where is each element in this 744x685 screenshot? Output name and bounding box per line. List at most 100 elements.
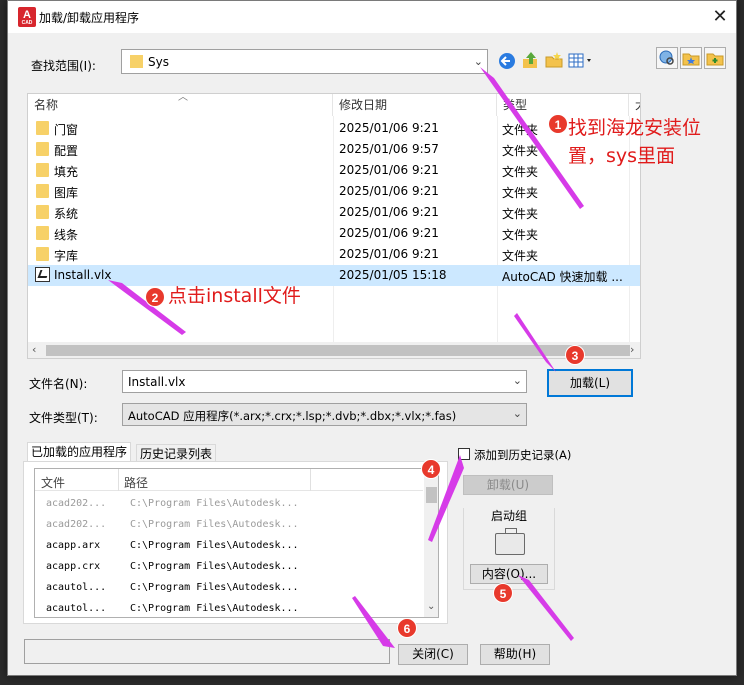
folder-icon <box>36 121 49 135</box>
folder-icon <box>36 142 49 156</box>
file-name: 门窗 <box>54 123 79 137</box>
file-date: 2025/01/06 9:21 <box>339 247 439 261</box>
add-favorite-button[interactable] <box>704 47 726 69</box>
file-row[interactable]: 字库 2025/01/06 9:21 文件夹 <box>28 244 640 265</box>
unload-button[interactable]: 卸载(U) <box>463 475 553 495</box>
views-menu-icon[interactable] <box>567 51 595 71</box>
loaded-row[interactable]: acautol... C:\Program Files\Autodesk... <box>35 598 423 617</box>
folder-icon <box>36 205 49 219</box>
filename-input[interactable]: Install.vlx ⌄ <box>122 370 527 393</box>
loaded-row[interactable]: acad202... C:\Program Files\Autodesk... <box>35 514 423 535</box>
help-button[interactable]: 帮助(H) <box>480 644 550 665</box>
loaded-file: acautol... <box>46 582 107 593</box>
load-button[interactable]: 加载(L) <box>547 369 633 397</box>
close-button[interactable]: 关闭(C) <box>398 644 468 665</box>
loaded-file: acautol... <box>46 603 107 614</box>
favorites-button[interactable] <box>680 47 702 69</box>
file-row[interactable]: 线条 2025/01/06 9:21 文件夹 <box>28 223 640 244</box>
file-date: 2025/01/06 9:21 <box>339 205 439 219</box>
filetype-label: 文件类型(T): <box>29 411 98 425</box>
lookin-combo[interactable]: Sys ⌄ <box>121 49 488 74</box>
annotation-text-2: 点击install文件 <box>168 285 301 307</box>
file-type: 文件夹 <box>502 123 539 137</box>
file-row[interactable]: 系统 2025/01/06 9:21 文件夹 <box>28 202 640 223</box>
add-history-label[interactable]: 添加到历史记录(A) <box>474 447 571 463</box>
horizontal-scrollbar[interactable]: ‹ › <box>28 342 640 358</box>
folder-icon <box>36 184 49 198</box>
search-web-button[interactable] <box>656 47 678 69</box>
column-header-type[interactable]: 类型 <box>497 94 629 116</box>
column-header-path[interactable]: 路径 <box>124 474 148 491</box>
scroll-down-icon[interactable]: ⌄ <box>427 601 435 612</box>
column-header-file[interactable]: 文件 <box>41 474 65 491</box>
chevron-down-icon: ⌄ <box>512 407 522 420</box>
loaded-file: acapp.arx <box>46 540 101 551</box>
add-history-checkbox[interactable] <box>458 448 470 460</box>
loaded-path: C:\Program Files\Autodesk... <box>130 561 299 572</box>
file-date: 2025/01/06 9:21 <box>339 226 439 240</box>
scroll-right-icon[interactable]: › <box>630 343 634 356</box>
loaded-row[interactable]: acautol... C:\Program Files\Autodesk... <box>35 577 423 598</box>
favorites-folder-icon <box>682 53 700 66</box>
lookin-label: 查找范围(I): <box>31 59 96 73</box>
loaded-path: C:\Program Files\Autodesk... <box>130 498 299 509</box>
startup-title-text: 启动组 <box>490 509 527 523</box>
folder-icon <box>36 247 49 261</box>
contents-button[interactable]: 内容(O)... <box>470 564 548 584</box>
new-folder-icon[interactable] <box>544 50 564 70</box>
file-date: 2025/01/06 9:21 <box>339 163 439 177</box>
column-header-date[interactable]: 修改日期 <box>333 94 497 116</box>
step-badge: 3 <box>565 345 585 365</box>
step-badge: 2 <box>145 287 165 307</box>
loaded-row[interactable]: acapp.crx C:\Program Files\Autodesk... <box>35 556 423 577</box>
file-type: 文件夹 <box>502 165 539 179</box>
chevron-down-icon: ⌄ <box>473 55 483 68</box>
file-name: 填充 <box>54 165 79 179</box>
window-title: 加载/卸载应用程序 <box>39 11 140 25</box>
autocad-logo-icon: A CAD <box>18 7 36 27</box>
scroll-left-icon[interactable]: ‹ <box>32 343 36 356</box>
step-badge: 5 <box>493 583 513 603</box>
file-name: 字库 <box>54 249 79 263</box>
file-row[interactable]: 图库 2025/01/06 9:21 文件夹 <box>28 181 640 202</box>
loaded-file: acapp.crx <box>46 561 101 572</box>
loaded-apps-list[interactable]: 文件 路径 acad202... C:\Program Files\Autodes… <box>34 468 439 618</box>
column-divider <box>118 469 119 491</box>
filetype-select[interactable]: AutoCAD 应用程序(*.arx;*.crx;*.lsp;*.dvb;*.d… <box>122 403 527 426</box>
step-badge: 6 <box>397 618 417 638</box>
startup-group-title: 启动组 <box>464 507 554 524</box>
file-row[interactable]: 配置 2025/01/06 9:57 文件夹 <box>28 139 640 160</box>
step-badge: 1 <box>548 114 568 134</box>
up-folder-icon[interactable] <box>521 50 541 70</box>
file-type: 文件夹 <box>502 228 539 242</box>
column-header-size[interactable]: 大 <box>629 94 640 116</box>
folder-icon <box>36 163 49 177</box>
scrollbar-thumb[interactable] <box>46 345 630 356</box>
close-window-button[interactable]: ✕ <box>706 3 734 31</box>
file-type: AutoCAD 快速加载 ... <box>502 270 623 284</box>
sort-up-icon: ︿ <box>178 93 188 103</box>
loaded-apps-panel: 文件 路径 acad202... C:\Program Files\Autodes… <box>23 461 448 624</box>
annotation-text-1: 找到海龙安装位置，sys里面 <box>568 117 702 167</box>
step-badge: 4 <box>421 459 441 479</box>
loaded-list-header: 文件 路径 <box>35 469 423 491</box>
back-icon[interactable] <box>498 51 518 71</box>
file-row-selected[interactable]: Install.vlx 2025/01/05 15:18 AutoCAD 快速加载 … <box>28 265 640 286</box>
scrollbar-thumb[interactable] <box>426 487 437 503</box>
file-type: 文件夹 <box>502 186 539 200</box>
vertical-scrollbar[interactable]: ⌄ <box>424 469 438 617</box>
file-type: 文件夹 <box>502 144 539 158</box>
column-divider <box>310 469 311 491</box>
file-list[interactable]: 名称 ︿ 修改日期 类型 大 门窗2025/01/06 9:21文件夹 配置20… <box>27 93 641 359</box>
loaded-path: C:\Program Files\Autodesk... <box>130 540 299 551</box>
startup-suite-group: 启动组 内容(O)... <box>463 507 555 590</box>
file-date: 2025/01/06 9:57 <box>339 142 439 156</box>
chevron-down-icon[interactable]: ⌄ <box>513 374 522 387</box>
loaded-path: C:\Program Files\Autodesk... <box>130 582 299 593</box>
file-row[interactable]: 填充 2025/01/06 9:21 文件夹 <box>28 160 640 181</box>
loaded-row[interactable]: acapp.arx C:\Program Files\Autodesk... <box>35 535 423 556</box>
status-bar <box>24 639 390 664</box>
loaded-row[interactable]: acad202... C:\Program Files\Autodesk... <box>35 493 423 514</box>
title-bar: A CAD 加载/卸载应用程序 ✕ <box>8 1 736 33</box>
logo-sub: CAD <box>21 20 33 26</box>
